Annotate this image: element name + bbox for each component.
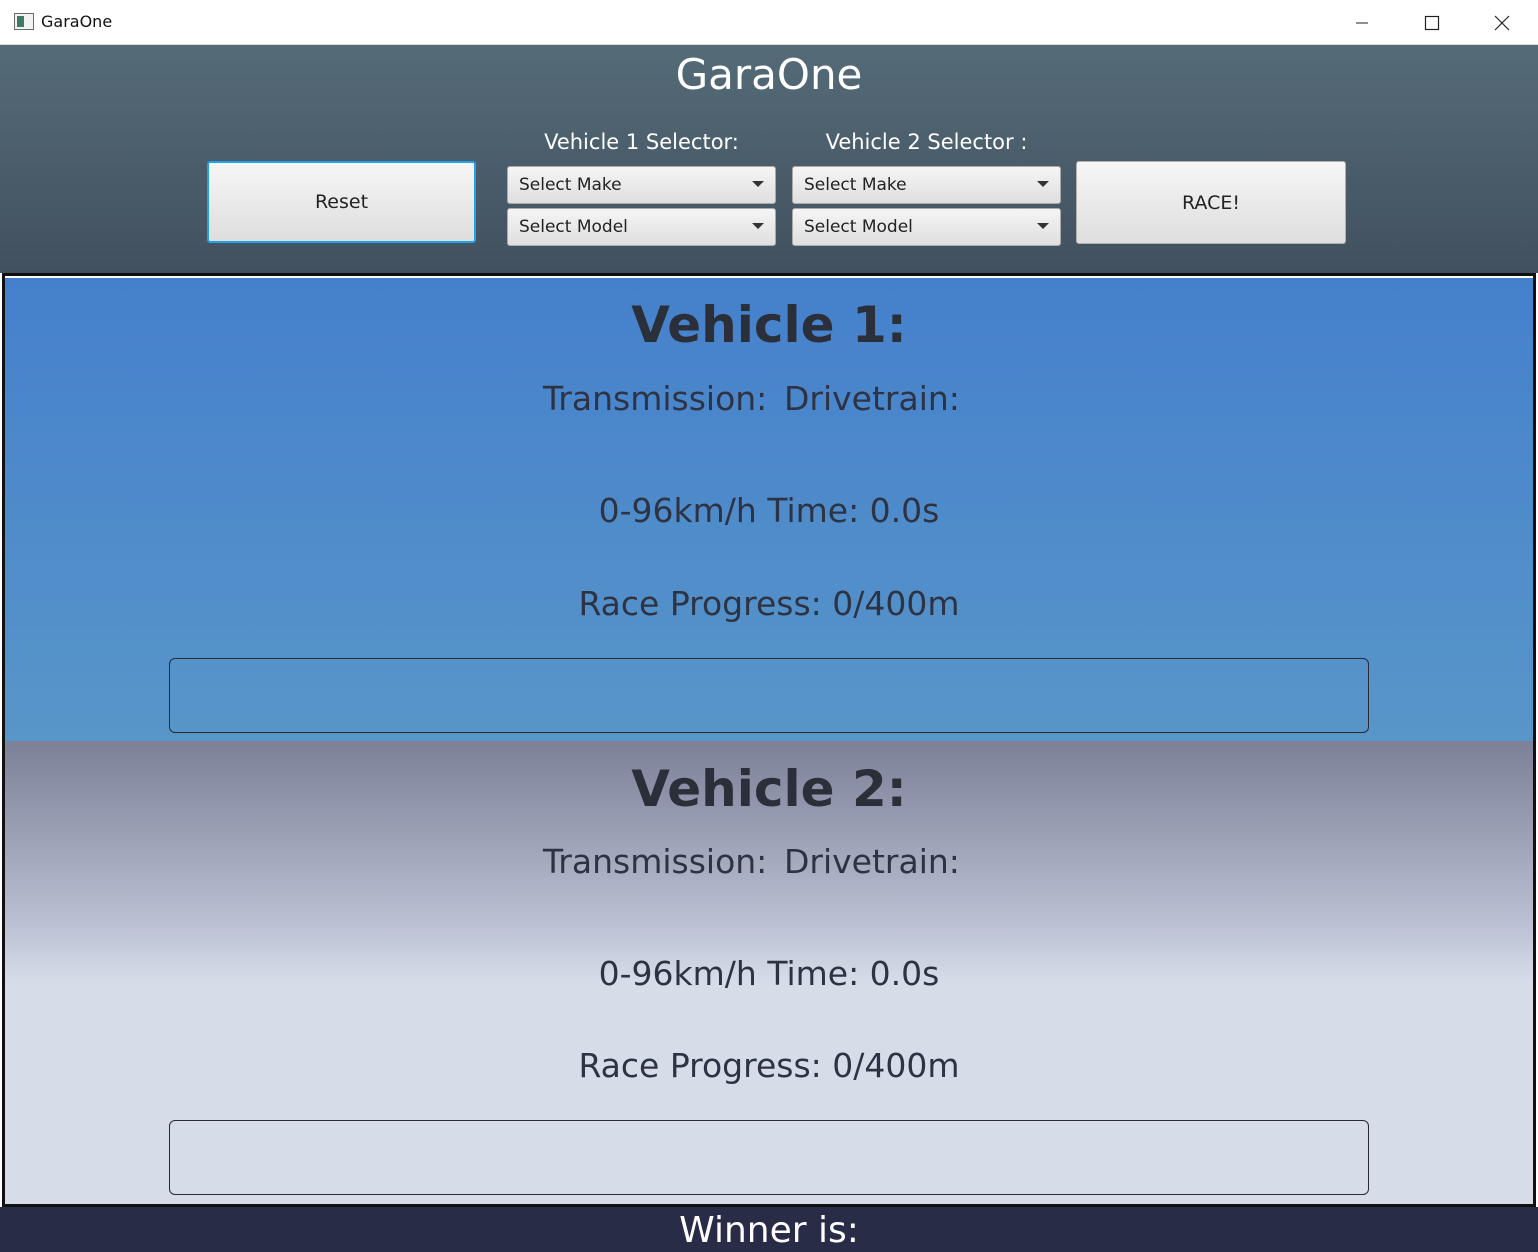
- vehicle1-time: 0-96km/h Time: 0.0s: [598, 491, 940, 530]
- control-header: GaraOne Vehicle 1 Selector: Vehicle 2 Se…: [0, 45, 1538, 273]
- winner-bar: Winner is:: [0, 1207, 1538, 1252]
- vehicle1-model-value: Select Model: [519, 217, 628, 237]
- winner-label: Winner is:: [679, 1210, 859, 1251]
- chevron-down-icon: [752, 223, 764, 229]
- vehicle1-drivetrain-label: Drivetrain:: [784, 379, 960, 418]
- vehicle2-title: Vehicle 2:: [631, 760, 907, 818]
- vehicle2-progress-bar: [169, 1120, 1369, 1195]
- window-titlebar: GaraOne: [0, 0, 1538, 45]
- vehicle2-drivetrain-label: Drivetrain:: [784, 842, 960, 881]
- vehicle2-make-select[interactable]: Select Make: [792, 166, 1061, 204]
- vehicle2-time: 0-96km/h Time: 0.0s: [598, 954, 940, 993]
- race-button[interactable]: RACE!: [1076, 161, 1346, 244]
- minimize-button[interactable]: [1327, 0, 1397, 45]
- app-icon: [14, 13, 34, 30]
- app-title: GaraOne: [675, 50, 863, 99]
- vehicle2-transmission-label: Transmission:: [543, 842, 768, 881]
- close-button[interactable]: [1467, 0, 1537, 45]
- reset-button[interactable]: Reset: [207, 161, 476, 243]
- vehicle2-make-value: Select Make: [804, 175, 907, 195]
- vehicle2-selector-label: Vehicle 2 Selector :: [825, 130, 1028, 154]
- vehicle1-model-select[interactable]: Select Model: [507, 208, 776, 246]
- vehicle2-panel: Vehicle 2: Transmission: Drivetrain: 0-9…: [5, 741, 1533, 1204]
- maximize-button[interactable]: [1397, 0, 1467, 45]
- chevron-down-icon: [752, 181, 764, 187]
- vehicle1-make-value: Select Make: [519, 175, 622, 195]
- close-icon: [1494, 15, 1510, 30]
- minimize-icon: [1356, 22, 1368, 23]
- window-title: GaraOne: [41, 12, 113, 31]
- vehicle2-model-value: Select Model: [804, 217, 913, 237]
- vehicle1-make-select[interactable]: Select Make: [507, 166, 776, 204]
- maximize-icon: [1424, 15, 1440, 30]
- vehicle1-progress-text: Race Progress: 0/400m: [578, 584, 960, 623]
- vehicle2-model-select[interactable]: Select Model: [792, 208, 1061, 246]
- chevron-down-icon: [1037, 223, 1049, 229]
- vehicle1-panel: Vehicle 1: Transmission: Drivetrain: 0-9…: [5, 278, 1533, 741]
- vehicle2-progress-text: Race Progress: 0/400m: [578, 1046, 960, 1085]
- vehicle1-progress-bar: [169, 658, 1369, 733]
- vehicle1-selector-label: Vehicle 1 Selector:: [544, 130, 739, 154]
- vehicle1-title: Vehicle 1:: [631, 296, 907, 354]
- chevron-down-icon: [1037, 181, 1049, 187]
- vehicle1-transmission-label: Transmission:: [543, 379, 768, 418]
